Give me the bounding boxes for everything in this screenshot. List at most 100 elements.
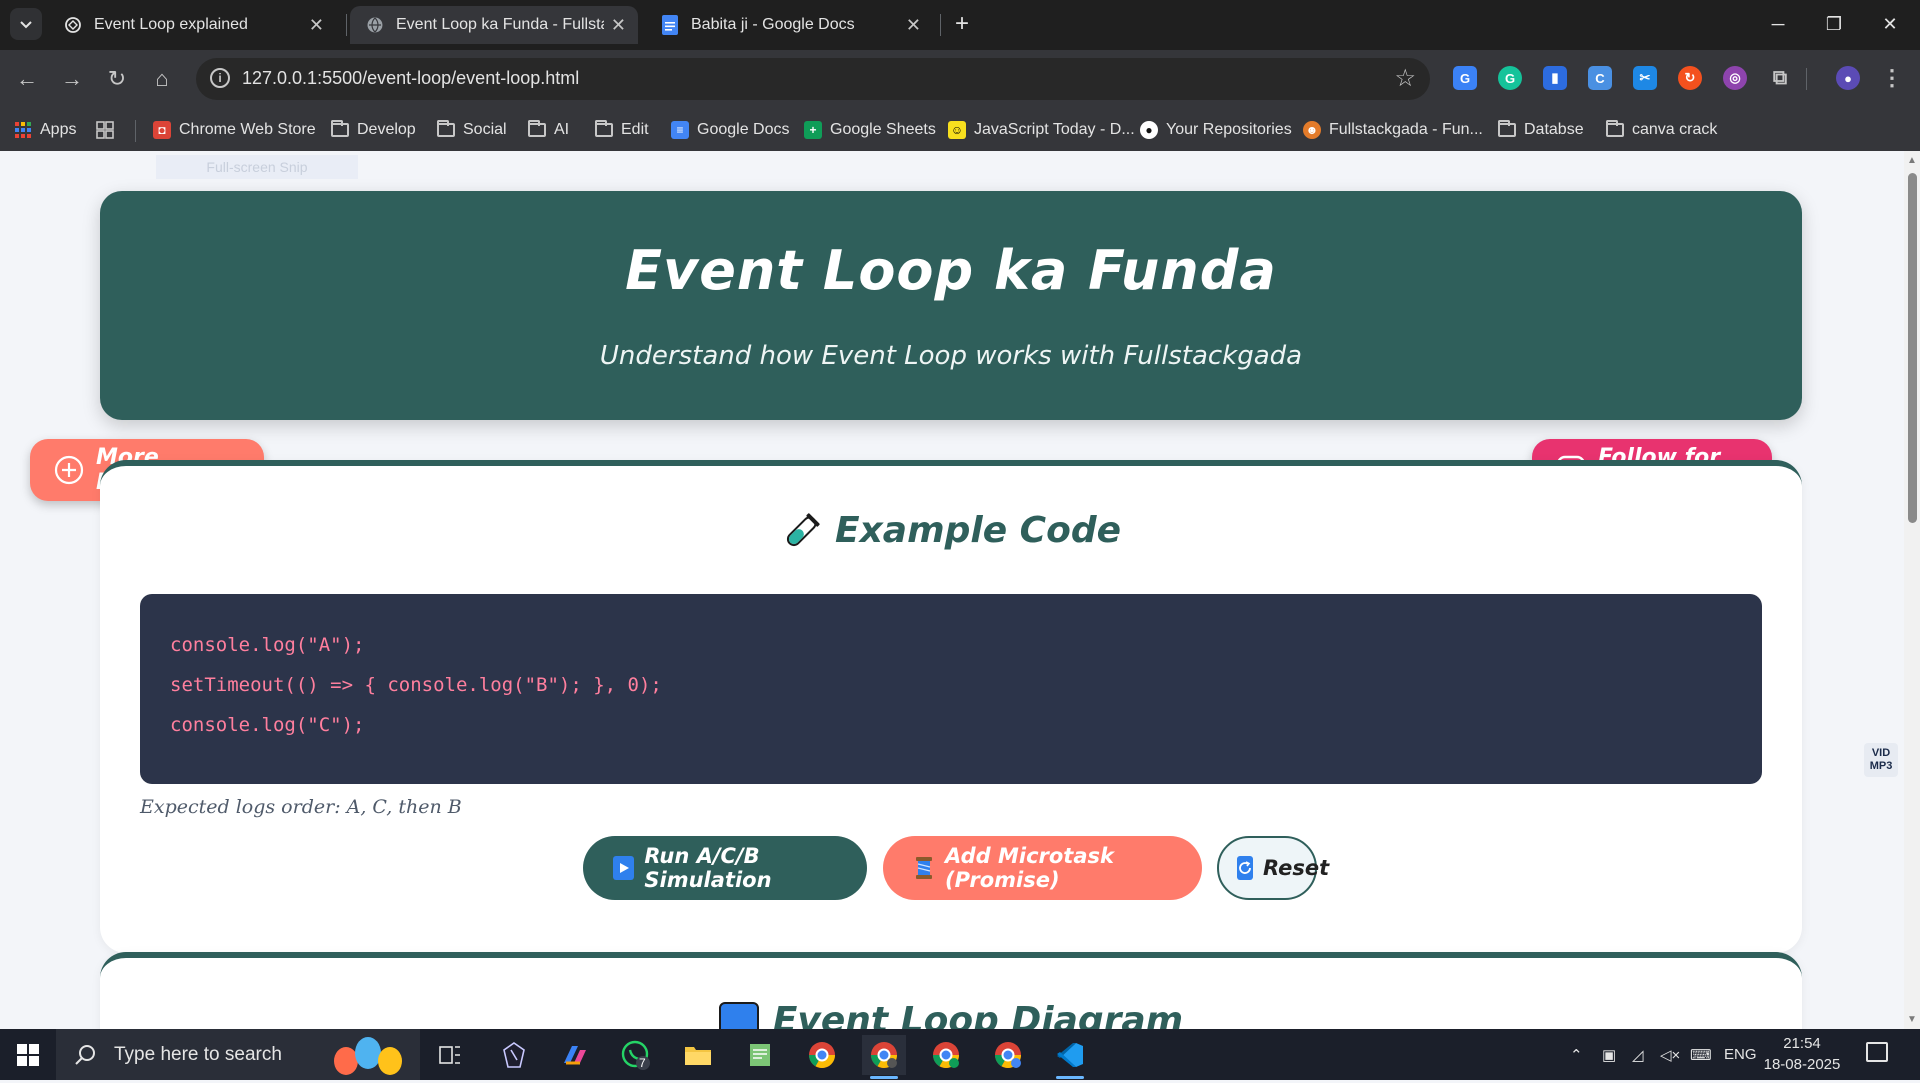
tab-divider	[346, 14, 347, 36]
code-block: console.log("A"); setTimeout(() => { con…	[140, 594, 1762, 784]
bookmark-label: Your Repositories	[1166, 121, 1292, 138]
tab-groups-icon[interactable]	[96, 118, 114, 142]
example-code-card: Example Code console.log("A"); setTimeou…	[100, 460, 1802, 953]
close-window-button[interactable]: ✕	[1870, 8, 1910, 40]
tab-event-loop-ka-funda[interactable]: Event Loop ka Funda - Fullstackgada ✕	[350, 6, 638, 44]
tab-close-icon[interactable]: ✕	[309, 15, 324, 36]
menu-icon[interactable]: ⋮	[1880, 65, 1904, 90]
new-tab-button[interactable]: +	[948, 10, 976, 38]
bookmarks-divider	[135, 120, 136, 142]
windows-logo-icon	[17, 1043, 39, 1066]
address-bar[interactable]: i 127.0.0.1:5500/event-loop/event-loop.h…	[196, 58, 1430, 100]
bookmark-folder-develop[interactable]: Develop	[331, 118, 416, 142]
reload-button[interactable]: ↻	[100, 62, 134, 96]
video-downloader-badge[interactable]: VID MP3	[1864, 743, 1898, 777]
code-line: setTimeout(() => { console.log("B"); }, …	[170, 674, 662, 696]
tab-close-icon[interactable]: ✕	[611, 15, 626, 36]
browser-chrome: Event Loop explained ✕ Event Loop ka Fun…	[0, 0, 1920, 152]
system-clock[interactable]: 21:54 18-08-2025	[1762, 1033, 1842, 1075]
chrome-profile-icon[interactable]	[862, 1035, 906, 1079]
taskbar-search-box[interactable]: Type here to search	[56, 1029, 420, 1080]
balloons-icon	[324, 1035, 414, 1083]
bookmark-label: Google Docs	[697, 121, 790, 138]
notepad-icon[interactable]	[738, 1035, 782, 1075]
bookmark-google-sheets[interactable]: + Google Sheets	[804, 118, 936, 142]
input-method-icon[interactable]: ⌨	[1690, 1029, 1712, 1080]
bookmark-label: Edit	[621, 121, 649, 138]
refresh-icon	[1237, 856, 1253, 880]
google-translate-icon[interactable]: G	[1453, 66, 1477, 90]
reset-button[interactable]: Reset	[1217, 836, 1329, 900]
chrome-profile-icon[interactable]	[924, 1035, 968, 1075]
show-hidden-icons-chevron-icon[interactable]: ⌃	[1570, 1029, 1583, 1080]
scroll-thumb[interactable]	[1908, 173, 1917, 523]
notification-center-icon[interactable]	[1866, 1042, 1888, 1062]
chrome-icon[interactable]	[800, 1035, 844, 1075]
docs-extension-icon[interactable]: ▮	[1543, 66, 1567, 90]
file-explorer-icon[interactable]	[676, 1035, 720, 1075]
site-info-icon[interactable]: i	[210, 68, 230, 88]
tab-event-loop-explained[interactable]: Event Loop explained ✕	[48, 6, 336, 44]
bookmark-folder-databse[interactable]: Databse	[1498, 118, 1584, 142]
extension-icon[interactable]: ↻	[1678, 66, 1702, 90]
chrome-profile-icon[interactable]	[986, 1035, 1030, 1075]
scroll-up-arrow[interactable]: ▲	[1907, 155, 1917, 166]
home-button[interactable]: ⌂	[145, 62, 179, 96]
back-button[interactable]: ←	[10, 62, 44, 96]
fullstackgada-icon: ☻	[1303, 121, 1321, 139]
network-icon[interactable]: ◿	[1632, 1029, 1644, 1080]
volume-icon[interactable]: ◁×	[1660, 1029, 1680, 1080]
bookmark-javascript-today[interactable]: ☺ JavaScript Today - D...	[948, 118, 1135, 142]
add-microtask-button[interactable]: Add Microtask (Promise)	[883, 836, 1202, 900]
bookmark-apps[interactable]: Apps	[14, 118, 76, 142]
language-indicator[interactable]: ENG	[1724, 1029, 1757, 1080]
plus-circle-icon	[54, 455, 84, 485]
tab-babita-ji-google-docs[interactable]: Babita ji - Google Docs ✕	[645, 6, 933, 44]
github-icon: ●	[1140, 121, 1158, 139]
bookmark-folder-social[interactable]: Social	[437, 118, 507, 142]
hero-banner: Event Loop ka Funda Understand how Event…	[100, 191, 1802, 420]
minimize-button[interactable]: ─	[1758, 8, 1798, 40]
bookmark-google-docs[interactable]: ≡ Google Docs	[671, 118, 790, 142]
bookmark-folder-canva-crack[interactable]: canva crack	[1606, 118, 1717, 142]
toolbar-divider	[1806, 68, 1807, 90]
scroll-down-arrow[interactable]: ▼	[1907, 1014, 1917, 1025]
puzzle-icon[interactable]: ⧉	[1768, 66, 1792, 90]
bookmark-chrome-web-store[interactable]: ◘ Chrome Web Store	[153, 118, 316, 142]
copilot-icon[interactable]	[552, 1035, 596, 1075]
extension-icon[interactable]: C	[1588, 66, 1612, 90]
obsidian-icon[interactable]	[492, 1035, 536, 1075]
grammarly-icon[interactable]: G	[1498, 66, 1522, 90]
folder-icon	[1606, 120, 1624, 137]
bookmark-folder-ai[interactable]: AI	[528, 118, 569, 142]
page-viewport: Full-screen Snip Event Loop ka Funda Und…	[0, 151, 1904, 1029]
restore-button[interactable]: ❐	[1814, 8, 1854, 40]
run-simulation-button[interactable]: Run A/C/B Simulation	[583, 836, 867, 900]
meet-now-icon[interactable]: ▣	[1602, 1029, 1616, 1080]
page-subtitle: Understand how Event Loop works with Ful…	[599, 341, 1303, 371]
page-scrollbar[interactable]: ▲ ▼	[1904, 151, 1920, 1029]
task-view-icon[interactable]	[428, 1035, 472, 1075]
tab-close-icon[interactable]: ✕	[906, 15, 921, 36]
vscode-icon[interactable]	[1048, 1035, 1092, 1079]
run-simulation-label: Run A/C/B Simulation	[644, 844, 772, 892]
scissors-icon[interactable]: ✂	[1633, 66, 1657, 90]
url-text[interactable]: 127.0.0.1:5500/event-loop/event-loop.htm…	[242, 68, 579, 89]
bookmark-your-repositories[interactable]: ● Your Repositories	[1140, 118, 1292, 142]
tab-search-button[interactable]	[10, 8, 42, 40]
search-placeholder: Type here to search	[114, 1043, 282, 1065]
profile-avatar[interactable]: ●	[1836, 66, 1860, 90]
tab-label: Event Loop explained	[94, 16, 248, 33]
bookmark-folder-edit[interactable]: Edit	[595, 118, 649, 142]
apps-grid-icon	[14, 121, 32, 139]
bookmark-star-icon[interactable]: ☆	[1394, 64, 1416, 93]
bookmark-fullstackgada[interactable]: ☻ Fullstackgada - Fun...	[1303, 118, 1483, 142]
bookmark-label: canva crack	[1632, 121, 1718, 138]
start-button[interactable]	[0, 1029, 56, 1080]
forward-button[interactable]: →	[55, 62, 89, 96]
event-loop-diagram-card: Event Loop Diagram	[100, 952, 1802, 1029]
color-picker-icon[interactable]: ◎	[1723, 66, 1747, 90]
code-line: console.log("C");	[170, 714, 365, 736]
test-tube-icon	[781, 512, 821, 552]
whatsapp-icon[interactable]: 7	[614, 1035, 658, 1075]
